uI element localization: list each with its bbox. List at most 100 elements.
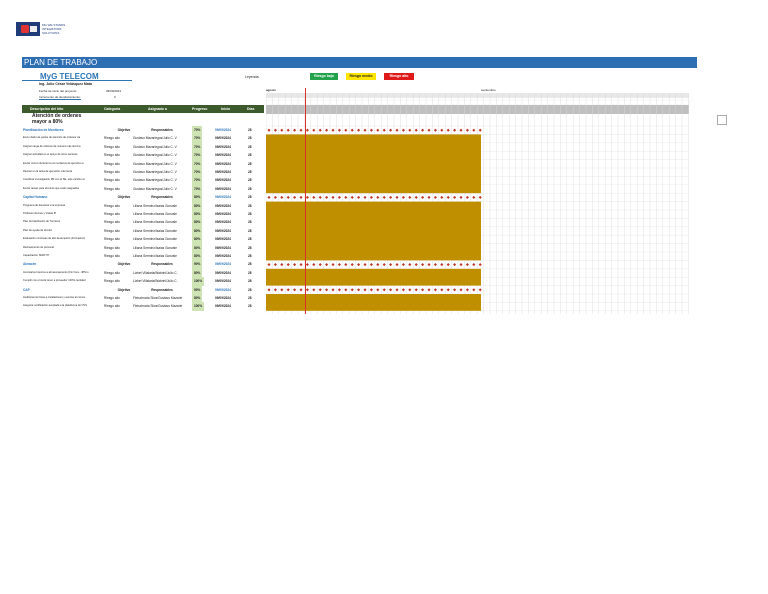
- task-days: 28: [248, 195, 252, 200]
- table-row[interactable]: Programa de bienestar a la empresa Riesgo…: [22, 201, 264, 210]
- task-progress: 80%: [192, 243, 203, 252]
- table-row[interactable]: Enviar tareas para técnicos que están as…: [22, 184, 264, 194]
- task-days: 28: [248, 287, 252, 292]
- table-row[interactable]: Reclutamiento de personal Riesgo alto Lili…: [22, 243, 264, 252]
- milestone-diamond: [446, 195, 450, 199]
- task-progress: 80%: [192, 226, 203, 236]
- table-row[interactable]: Asignar actividad en el apoyo de otros s…: [22, 151, 264, 160]
- milestone-diamond: [331, 263, 335, 267]
- table-row[interactable]: Envío diario de partes de atención de or…: [22, 134, 264, 143]
- table-row[interactable]: Políticas internas y Visitas IP Riesgo al…: [22, 210, 264, 219]
- task-assigned: Responsables: [151, 128, 173, 132]
- table-row[interactable]: Capacitación SMATYP Riesgo alto Liliana Se…: [22, 252, 264, 261]
- task-name: Capacitación SMATYP: [23, 254, 50, 257]
- milestone-diamond: [453, 288, 457, 292]
- milestone-diamond: [414, 195, 418, 199]
- task-assigned: Gustavo Mazariegos/Julio C. V: [133, 153, 177, 158]
- milestone-diamond: [453, 128, 457, 132]
- increment-value[interactable]: 0: [114, 95, 116, 99]
- milestone-diamond: [305, 263, 309, 267]
- milestone-diamond: [350, 128, 354, 132]
- milestone-diamond: [472, 288, 476, 292]
- milestone-diamond: [286, 195, 290, 199]
- table-row[interactable]: Enviar correo durante la con reclamos de…: [22, 159, 264, 168]
- milestone-diamond: [414, 288, 418, 292]
- milestone-diamond: [325, 128, 329, 132]
- weekday-row: [266, 105, 689, 114]
- task-name: Envío diario de partes de atención de or…: [23, 136, 81, 140]
- milestone-diamond: [318, 128, 322, 132]
- table-row[interactable]: Asegurar certificación aceptada a la pla…: [22, 302, 264, 311]
- table-row[interactable]: Asignar carga de ordenes de manera más t…: [22, 142, 264, 152]
- task-name: Asegurar certificación aceptada a la pla…: [23, 304, 88, 308]
- milestone-diamond: [421, 195, 425, 199]
- milestone-diamond: [286, 263, 290, 267]
- col-category: Categoría: [104, 107, 121, 111]
- task-assigned: Liliana Sermino/Isaias Gonzale: [133, 212, 177, 216]
- table-row[interactable]: Coordinar investigación PR con el SE, es…: [22, 176, 264, 185]
- milestone-diamond: [408, 263, 412, 267]
- milestone-diamond: [459, 128, 463, 132]
- task-progress: 100%: [192, 302, 205, 311]
- milestone-diamond: [465, 288, 469, 292]
- task-progress: 70%: [192, 184, 203, 194]
- task-start: 09/09/2024: [215, 178, 231, 183]
- milestone-diamond: [382, 128, 386, 132]
- title-bar: PLAN DE TRABAJO: [22, 57, 697, 68]
- section-row[interactable]: Capital Humano Objetivo Responsables 80% 09/…: [22, 193, 264, 202]
- milestone-diamond: [280, 195, 284, 199]
- task-progress: 70%: [192, 126, 203, 135]
- milestone-diamond: [331, 288, 335, 292]
- milestone-diamond: [459, 195, 463, 199]
- milestone-diamond: [472, 128, 476, 132]
- table-row[interactable]: Plan de fidelización de Técnicos Riesgo a…: [22, 218, 264, 227]
- milestone-diamond: [478, 288, 482, 292]
- milestone-diamond: [293, 128, 297, 132]
- task-assigned: Responsables: [151, 287, 173, 292]
- task-name: Inventarios Internos a almacenamiento (F…: [23, 270, 89, 274]
- task-bar-block: [266, 268, 481, 286]
- task-assigned: Gustavo Mazariegos/Julio C. V: [133, 178, 177, 183]
- milestone-diamond: [363, 263, 367, 267]
- milestone-diamond: [376, 288, 380, 292]
- task-start: 09/09/2024: [215, 144, 231, 149]
- task-progress: 80%: [192, 201, 203, 210]
- milestone-diamond: [337, 288, 341, 292]
- section-row[interactable]: CAP Objetivo Responsables 90% 09/09/2024 28: [22, 285, 264, 294]
- task-progress: 70%: [192, 159, 203, 168]
- task-progress: 90%: [192, 285, 203, 294]
- milestone-diamond: [414, 128, 418, 132]
- table-row[interactable]: Revisar en la tarea de ejecución más len…: [22, 168, 264, 177]
- legend-low-risk: Riesgo bajo: [310, 73, 338, 80]
- task-name: Asignar actividad en el apoyo de otros s…: [23, 153, 78, 157]
- milestone-diamond: [331, 195, 335, 199]
- milestone-diamond: [433, 288, 437, 292]
- task-days: 28: [248, 228, 252, 233]
- task-start: 09/09/2024: [215, 153, 231, 158]
- milestone-diamond: [267, 263, 271, 267]
- table-row[interactable]: Evaluación continuas de alto desempeño (…: [22, 235, 264, 244]
- company-logo: MG WE STANDS INTEGRATOR SOLUTIONS: [16, 21, 78, 37]
- task-progress: 80%: [192, 218, 203, 227]
- table-row[interactable]: Inventarios Internos a almacenamiento (F…: [22, 268, 264, 278]
- section-row[interactable]: Almacén Objetivo Responsables 90% 09/09/2024…: [22, 260, 264, 269]
- milestone-diamond: [357, 195, 361, 199]
- project-manager: Ing. Julio César Velásquez Mata: [39, 82, 92, 86]
- col-assigned: Asignado a: [148, 107, 167, 111]
- milestone-diamond: [299, 195, 303, 199]
- milestone-diamond: [331, 128, 335, 132]
- task-progress: 70%: [192, 151, 203, 160]
- table-header: Descripción del hito Categoría Asignado …: [22, 105, 264, 113]
- task-name: Almacén: [23, 262, 37, 267]
- task-progress: 80%: [192, 210, 203, 219]
- milestone-diamond: [344, 263, 348, 267]
- section-row[interactable]: Planificación de Monitoreo Objetivo Respon…: [22, 126, 264, 135]
- cell-selection-box[interactable]: [717, 115, 727, 125]
- task-name: Planificación de Monitoreo: [23, 128, 64, 132]
- table-row[interactable]: Plan de ayuda de técnico Riesgo alto Lilia…: [22, 226, 264, 236]
- task-bar-block: [266, 201, 481, 261]
- table-row[interactable]: Auditorías técnicas a instalaciones y av…: [22, 294, 264, 303]
- milestone-diamond: [305, 288, 309, 292]
- table-row[interactable]: Cumplir con el stock tener a proveedor 1…: [22, 277, 264, 286]
- start-date-value[interactable]: 09/09/2024: [106, 89, 121, 93]
